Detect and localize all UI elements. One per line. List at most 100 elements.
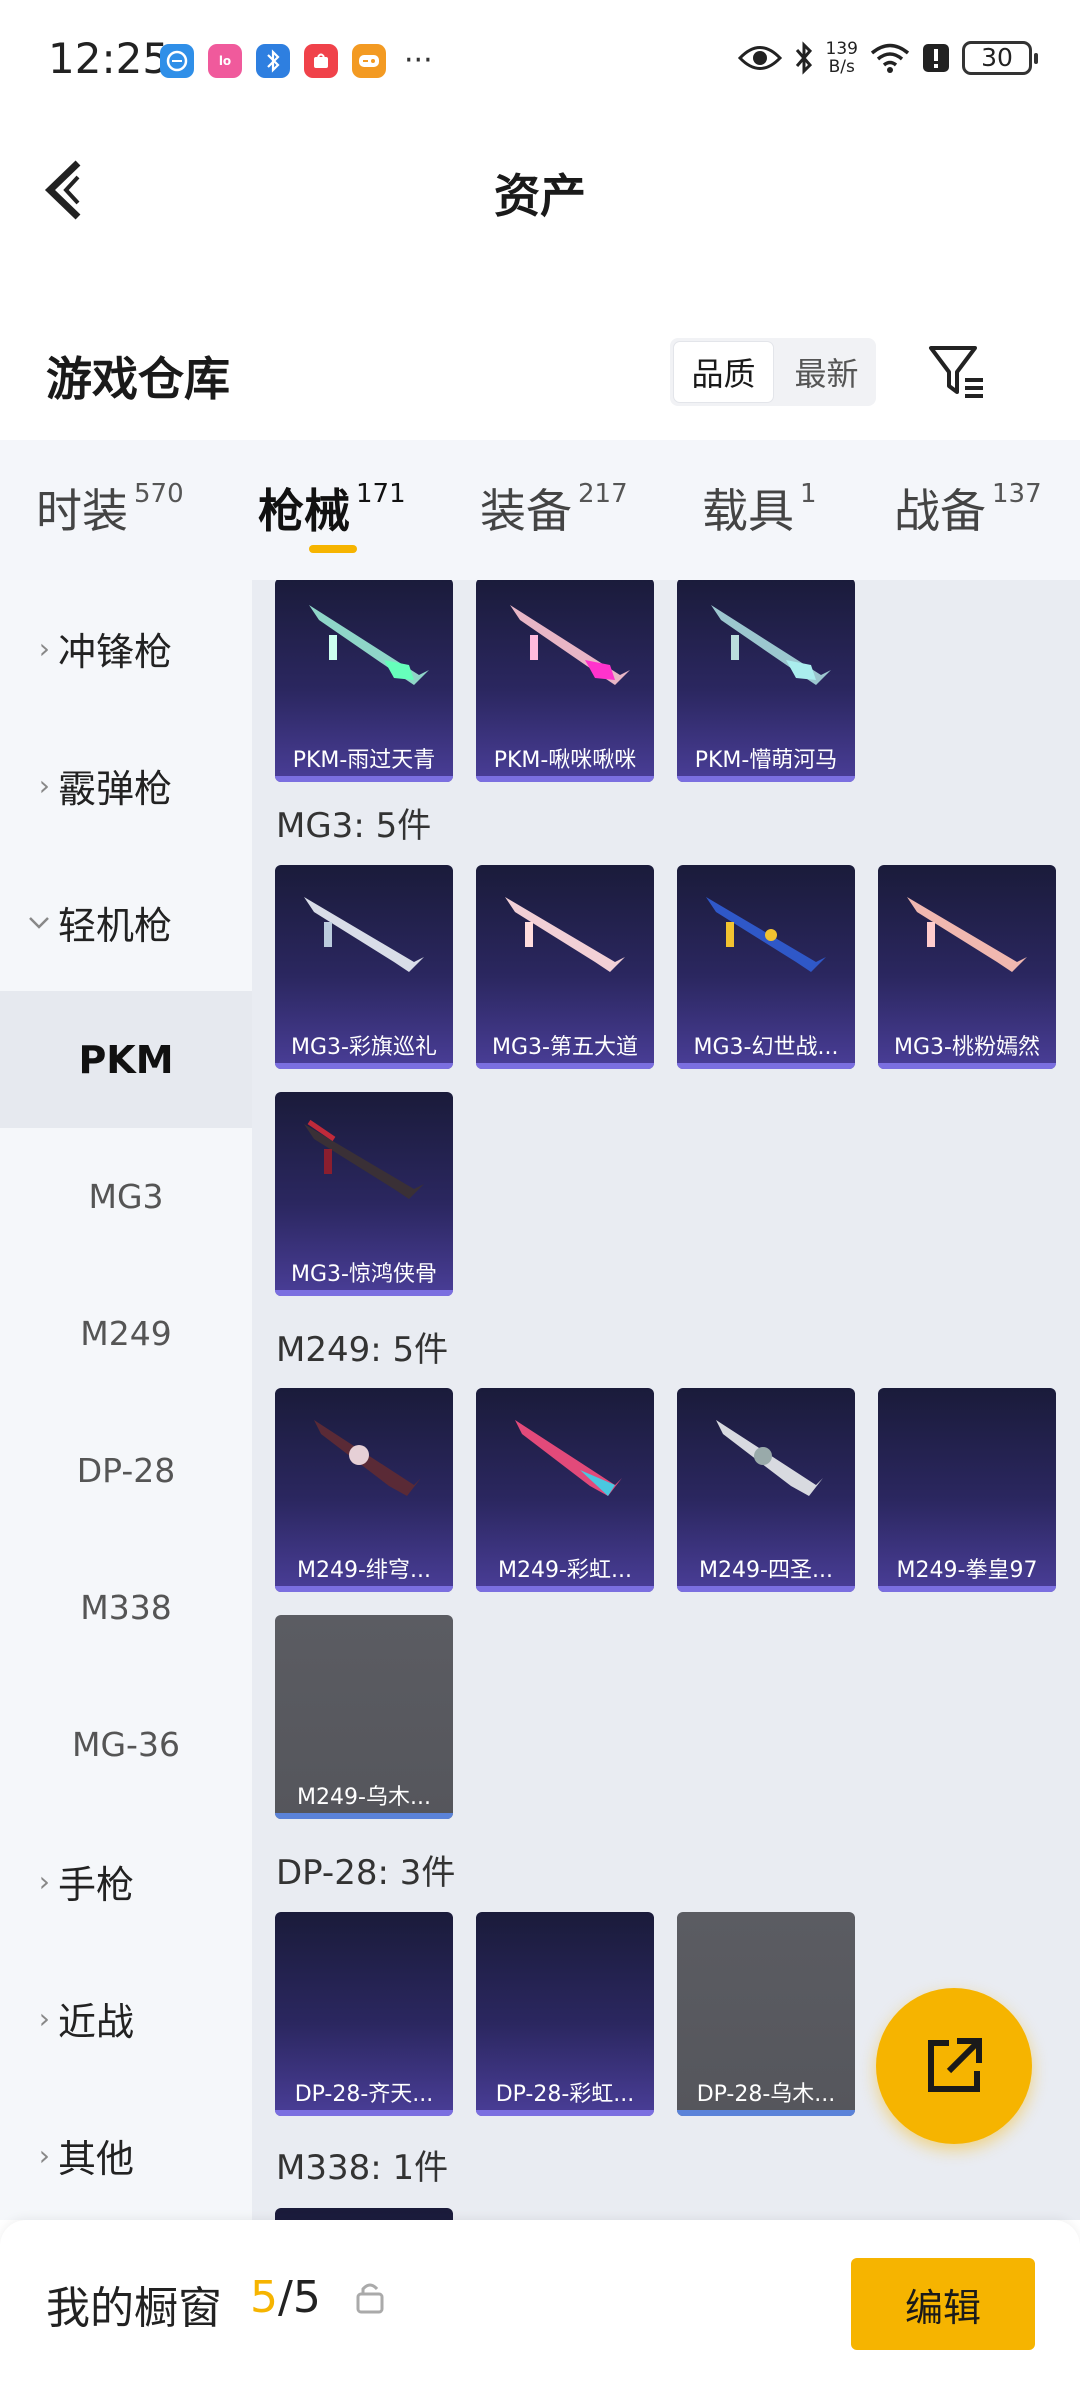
group-label-m249: M249: 5件 [276,1330,449,1370]
sidebar-sub-pkm[interactable]: PKM [0,991,252,1128]
sidebar-item-label: 轻机枪 [58,904,173,948]
network-speed-value: 139 [825,39,858,59]
wifi-icon [870,43,910,73]
rarity-strip [476,2110,654,2116]
sort-option-quality[interactable]: 品质 [673,341,774,403]
sidebar-item-shotgun[interactable]: › 霰弹枪 [0,717,252,854]
share-fab-button[interactable] [876,1988,1032,2144]
skin-name: MG3-彩旗巡礼 [291,1035,437,1060]
tab-fashion[interactable]: 时装 570 [36,475,184,541]
tab-equipment[interactable]: 装备 217 [480,475,628,541]
skin-card[interactable]: MG3-幻世战... [677,865,855,1069]
sidebar-item-smg[interactable]: › 冲锋枪 [0,580,252,717]
rarity-strip [677,1063,855,1069]
tab-label: 时装 [36,484,128,538]
skin-name: DP-28-齐天... [294,2082,434,2107]
lofter-app-icon: lo [208,44,242,78]
skin-name: PKM-雨过天青 [292,748,436,773]
weapon-sidebar: › 冲锋枪 › 霰弹枪 轻机枪 PKM MG3 M249 DP-28 M338 … [0,580,252,2220]
skin-card[interactable]: PKM-啾咪啾咪 [476,580,654,782]
skin-card[interactable]: M249-彩虹... [476,1388,654,1592]
gun-image [907,897,1027,972]
network-speed-unit: B/s [828,57,855,77]
showcase-separator: / [278,2272,293,2323]
gun-image [304,897,424,972]
tab-label: 战备 [894,484,986,538]
sidebar-sub-dp28[interactable]: DP-28 [0,1402,252,1539]
sidebar-sub-mg3[interactable]: MG3 [0,1128,252,1265]
sidebar-item-label: 冲锋枪 [58,630,173,674]
skin-card[interactable]: DP-28-齐天... [275,1912,453,2116]
skin-name: PKM-啾咪啾咪 [493,748,637,773]
sidebar-sub-m249[interactable]: M249 [0,1265,252,1402]
bluetooth-icon [795,41,812,75]
skin-card[interactable]: PKM-雨过天青 [275,580,453,782]
rarity-strip [275,1586,453,1592]
skin-card[interactable] [275,2208,453,2220]
skin-card[interactable]: M249-绯穹... [275,1388,453,1592]
gun-image [716,1420,823,1496]
network-speed: 139 B/s [826,40,858,76]
group-label-dp28: DP-28: 3件 [276,1853,456,1893]
rarity-strip [878,1063,1056,1069]
skin-card[interactable]: M249-乌木... [275,1615,453,1819]
skin-card[interactable]: M249-四圣... [677,1388,855,1592]
sidebar-sub-m338[interactable]: M338 [0,1539,252,1676]
tab-firearms[interactable]: 枪械 171 [258,475,406,541]
gun-image [711,605,831,685]
sidebar-item-melee[interactable]: › 近战 [0,1950,252,2087]
status-bar: 12:25 lo ··· 139 B/s 30 [0,0,1080,120]
chevron-right-icon: › [38,632,50,665]
skin-card[interactable]: DP-28-乌木... [677,1912,855,2116]
tab-combat-gear[interactable]: 战备 137 [894,475,1042,541]
rarity-strip [476,776,654,782]
chevron-right-icon: › [38,1865,50,1898]
showcase-current: 5 [250,2272,278,2323]
group-label-m338: M338: 1件 [276,2148,449,2188]
skin-name: MG3-幻世战... [693,1035,839,1060]
skin-card[interactable]: MG3-桃粉嫣然 [878,865,1056,1069]
sidebar-item-label: 其他 [58,2137,135,2181]
showcase-total: 5 [292,2272,321,2323]
skin-card[interactable]: PKM-懵萌河马 [677,580,855,782]
browser-app-icon [160,44,194,78]
page-title: 资产 [494,169,586,223]
showcase-bar: 我的橱窗 5/5 编辑 [0,2220,1080,2382]
sidebar-sub-mg36[interactable]: MG-36 [0,1676,252,1813]
rarity-strip [275,1063,453,1069]
skin-card[interactable]: M249-拳皇97 [878,1388,1056,1592]
tab-label: 装备 [480,484,572,538]
sidebar-item-lmg[interactable]: 轻机枪 [0,854,252,991]
edit-button[interactable]: 编辑 [851,2258,1035,2350]
sidebar-item-label: 近战 [58,2000,135,2044]
warehouse-header: 游戏仓库 品质 最新 [0,255,1080,440]
skin-card[interactable]: DP-28-彩虹... [476,1912,654,2116]
skin-name: M249-拳皇97 [896,1558,1038,1583]
sort-option-newest[interactable]: 最新 [777,338,876,406]
rarity-strip [476,1063,654,1069]
rarity-strip [677,1586,855,1592]
system-icons: 139 B/s 30 [737,40,1038,76]
chevron-right-icon: › [38,769,50,802]
tab-label: 载具 [702,484,794,538]
rarity-strip [476,1586,654,1592]
skin-name: M249-彩虹... [498,1558,632,1583]
showcase-count: 5/5 [250,2272,321,2323]
sort-toggle: 品质 最新 [670,338,876,406]
skin-card[interactable]: MG3-彩旗巡礼 [275,865,453,1069]
rarity-strip [878,1586,1056,1592]
tab-count: 137 [992,479,1042,509]
tab-vehicles[interactable]: 载具 1 [702,475,817,541]
filter-button[interactable] [925,340,989,404]
sidebar-item-pistol[interactable]: › 手枪 [0,1813,252,1950]
rarity-strip [275,776,453,782]
game-app-icon [352,44,386,78]
rarity-strip [275,1813,453,1819]
sidebar-item-other[interactable]: › 其他 [0,2087,252,2224]
skin-card[interactable]: MG3-惊鸿侠骨 [275,1092,453,1296]
gun-image [304,1119,424,1199]
rarity-strip [677,776,855,782]
bluetooth-notif-icon [256,44,290,78]
skin-card[interactable]: MG3-第五大道 [476,865,654,1069]
share-icon [928,2038,982,2092]
